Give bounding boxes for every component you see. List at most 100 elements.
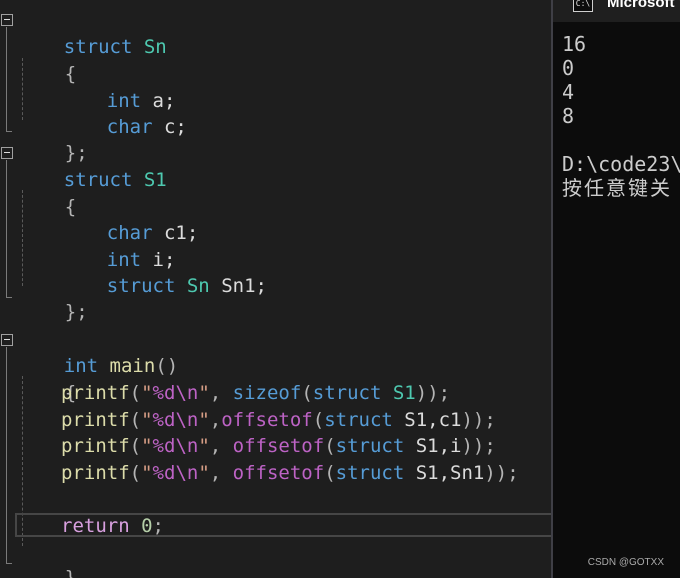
function-name: main bbox=[109, 355, 156, 377]
console-output-line: 4 bbox=[562, 80, 575, 104]
code-line: } bbox=[19, 539, 76, 578]
paren: )); bbox=[484, 462, 519, 484]
format-spec: %d bbox=[152, 382, 176, 404]
format-spec: %d bbox=[152, 409, 176, 431]
code-line: printf("%d\n", offsetof(struct S1,i)); bbox=[61, 433, 496, 459]
keyword: char bbox=[106, 116, 153, 138]
macro-args: S1,c1 bbox=[392, 409, 462, 431]
code-line: printf("%d\n", offsetof(struct S1,Sn1)); bbox=[61, 460, 519, 486]
paren: ( bbox=[301, 382, 313, 404]
string-quote: " bbox=[198, 382, 210, 404]
fold-end bbox=[6, 131, 12, 132]
console-title: Microsoft V bbox=[607, 0, 680, 11]
macro: offsetof bbox=[221, 409, 313, 431]
code-line: printf("%d\n", sizeof(struct S1)); bbox=[61, 380, 450, 406]
code-editor[interactable]: struct Sn { int a; char c; }; struct S1 … bbox=[0, 0, 551, 578]
function-call: printf bbox=[61, 382, 130, 404]
type-name: Sn bbox=[186, 275, 210, 297]
brace: }; bbox=[64, 301, 88, 323]
console-output-line: 0 bbox=[562, 56, 575, 80]
fold-guide bbox=[6, 27, 7, 131]
paren: ( bbox=[324, 462, 336, 484]
keyword: struct bbox=[312, 382, 382, 404]
keyword: struct bbox=[335, 435, 405, 457]
console-output-line: 16 bbox=[562, 32, 587, 56]
console-prompt-line: 按任意键关 bbox=[562, 176, 672, 200]
code-line: printf("%d\n",offsetof(struct S1,c1)); bbox=[61, 407, 496, 433]
macro-args: S1,Sn1 bbox=[404, 462, 485, 484]
string-quote: " bbox=[141, 409, 153, 431]
code-line: int a; bbox=[61, 62, 176, 112]
fold-guide bbox=[6, 160, 7, 297]
comma: , bbox=[209, 409, 222, 431]
fold-end bbox=[6, 563, 12, 564]
string-quote: " bbox=[198, 462, 210, 484]
code-line: char c; bbox=[61, 88, 187, 138]
paren: ( bbox=[129, 382, 142, 404]
paren: )); bbox=[415, 382, 451, 404]
code-line: struct S1 bbox=[18, 141, 167, 191]
code-line: return 0; bbox=[61, 513, 164, 539]
number-literal: 0 bbox=[141, 515, 153, 537]
code-line: int main() bbox=[18, 327, 178, 377]
keyword-return: return bbox=[61, 515, 130, 537]
macro: offsetof bbox=[232, 462, 325, 484]
code-line: int i; bbox=[61, 221, 176, 271]
escape-seq: \n bbox=[175, 382, 199, 404]
field-decl: c; bbox=[152, 116, 187, 138]
string-quote: " bbox=[141, 435, 153, 457]
string-quote: " bbox=[198, 409, 210, 431]
watermark: CSDN @GOTXX bbox=[587, 557, 664, 568]
console-app-icon: C:\ bbox=[573, 0, 593, 12]
code-line: char c1; bbox=[61, 194, 199, 244]
code-line: }; bbox=[19, 273, 88, 323]
format-spec: %d bbox=[152, 435, 176, 457]
paren: )); bbox=[461, 435, 496, 457]
comma: , bbox=[209, 435, 233, 457]
escape-seq: \n bbox=[175, 462, 199, 484]
format-spec: %d bbox=[152, 462, 176, 484]
field-decl: Sn1; bbox=[209, 275, 267, 297]
code-line: { bbox=[19, 354, 76, 404]
console-output-line: 8 bbox=[562, 104, 575, 128]
function-call: printf bbox=[61, 435, 130, 457]
console-window[interactable]: C:\ Microsoft V 16 0 4 8 D:\code23\ 按任意键… bbox=[553, 0, 680, 578]
code-line: }; bbox=[19, 114, 88, 164]
comma: , bbox=[209, 462, 233, 484]
paren: ( bbox=[129, 409, 142, 431]
code-line: struct Sn bbox=[18, 8, 167, 58]
keyword: struct bbox=[106, 275, 176, 297]
collapse-icon[interactable] bbox=[1, 147, 13, 159]
code-line: struct Sn Sn1; bbox=[61, 247, 267, 297]
escape-seq: \n bbox=[175, 435, 199, 457]
semicolon: ; bbox=[152, 515, 164, 537]
comma: , bbox=[209, 382, 233, 404]
string-quote: " bbox=[141, 462, 153, 484]
brace: } bbox=[64, 567, 77, 578]
macro-args: S1,i bbox=[404, 435, 462, 457]
macro: offsetof bbox=[232, 435, 325, 457]
collapse-icon[interactable] bbox=[1, 334, 13, 346]
keyword: struct bbox=[324, 409, 393, 431]
console-path-line: D:\code23\ bbox=[562, 152, 680, 176]
type-name: S1 bbox=[392, 382, 416, 404]
collapse-icon[interactable] bbox=[1, 14, 13, 26]
keyword: struct bbox=[335, 462, 405, 484]
paren: ( bbox=[129, 435, 142, 457]
code-line: { bbox=[19, 168, 76, 218]
fold-guide bbox=[6, 347, 7, 563]
escape-seq: \n bbox=[175, 409, 199, 431]
fold-end bbox=[6, 297, 12, 298]
code-line: { bbox=[19, 35, 76, 85]
function-call: printf bbox=[61, 409, 130, 431]
string-quote: " bbox=[198, 435, 210, 457]
string-quote: " bbox=[141, 382, 153, 404]
paren: ( bbox=[129, 462, 142, 484]
console-title-bar[interactable]: C:\ Microsoft V bbox=[553, 0, 680, 22]
keyword: sizeof bbox=[232, 382, 302, 404]
type-name: S1 bbox=[143, 169, 167, 191]
parens: () bbox=[155, 355, 179, 377]
paren: )); bbox=[461, 409, 496, 431]
function-call: printf bbox=[61, 462, 130, 484]
paren: ( bbox=[312, 409, 325, 431]
